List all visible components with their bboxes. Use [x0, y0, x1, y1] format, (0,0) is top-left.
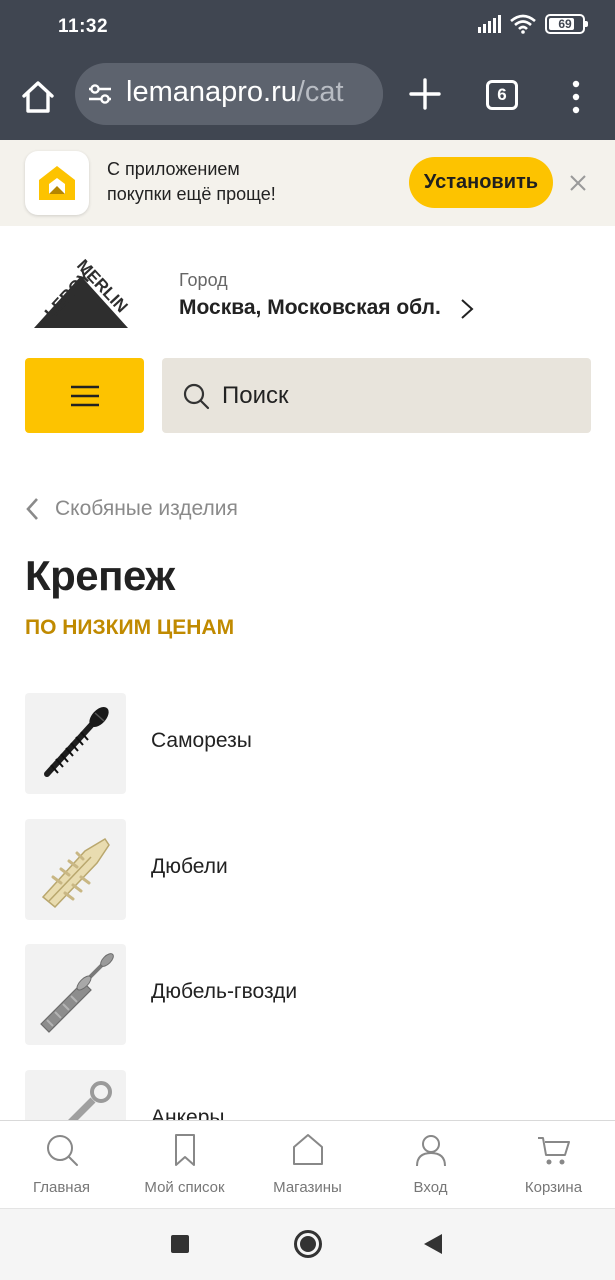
system-navigation-bar	[0, 1208, 615, 1280]
url-path: /cat	[296, 76, 344, 108]
catalog-menu-button[interactable]	[25, 358, 144, 433]
home-button-icon[interactable]	[294, 1230, 322, 1258]
close-icon[interactable]	[567, 172, 589, 194]
page-subtitle: ПО НИЗКИМ ЦЕНАМ	[25, 616, 235, 639]
nav-item-cart[interactable]: Корзина	[492, 1121, 615, 1208]
category-label[interactable]: Саморезы	[151, 729, 252, 753]
back-icon[interactable]	[424, 1234, 442, 1254]
status-time: 11:32	[58, 16, 109, 37]
category-label[interactable]: Дюбели	[151, 855, 228, 879]
cart-icon	[537, 1137, 570, 1165]
category-item-dyubel-gvozdi[interactable]: Дюбель-гвозди	[25, 944, 591, 1045]
nav-item-stores[interactable]: Магазины	[246, 1121, 369, 1208]
bottom-navigation: Главная Мой список Магазины Вход Корзина	[0, 1120, 615, 1208]
nail-dowel-image	[25, 944, 126, 1045]
store-icon	[292, 1134, 323, 1165]
city-label: Город	[179, 270, 228, 290]
tab-switcher-button[interactable]: 6	[486, 80, 518, 110]
chevron-left-icon[interactable]	[25, 497, 39, 521]
nav-label: Вход	[413, 1179, 448, 1196]
category-item-samorezy[interactable]: Саморезы	[25, 693, 591, 794]
nav-item-home[interactable]: Главная	[0, 1121, 123, 1208]
nav-label: Мой список	[144, 1179, 225, 1196]
page-title: Крепеж	[25, 552, 175, 599]
new-tab-icon[interactable]	[408, 77, 442, 111]
nav-label: Корзина	[524, 1179, 583, 1196]
status-icons: 69	[478, 14, 588, 34]
app-banner-text: С приложением покупки ещё проще!	[107, 157, 276, 207]
nav-item-login[interactable]: Вход	[369, 1121, 492, 1208]
bookmark-icon	[174, 1134, 195, 1166]
app-logo-icon	[25, 151, 89, 215]
leroy-merlin-logo[interactable]: LEROY MERLIN	[24, 258, 138, 330]
site-settings-icon[interactable]	[87, 82, 113, 106]
city-selector[interactable]: Москва, Московская обл.	[179, 296, 441, 320]
url-domain: lemanapro.ru	[126, 76, 297, 108]
signal-icon	[478, 15, 501, 33]
install-app-button[interactable]: Установить	[409, 157, 553, 208]
user-icon	[415, 1135, 446, 1167]
search-icon	[46, 1135, 78, 1166]
nav-label: Магазины	[273, 1179, 342, 1196]
search-input[interactable]	[222, 358, 572, 433]
recents-icon[interactable]	[171, 1235, 189, 1253]
address-bar[interactable]: lemanapro.ru/cat	[75, 63, 383, 125]
browser-toolbar: lemanapro.ru/cat 6	[0, 55, 615, 140]
search-bar[interactable]	[162, 358, 591, 433]
home-icon[interactable]	[18, 77, 58, 117]
app-install-banner: С приложением покупки ещё проще! Установ…	[0, 140, 615, 226]
search-icon	[183, 383, 210, 410]
screw-image	[25, 693, 126, 794]
hamburger-icon	[70, 385, 99, 406]
battery-level: 69	[558, 17, 572, 31]
wifi-icon	[510, 14, 536, 34]
battery-icon: 69	[545, 14, 588, 34]
url-text: lemanapro.ru/cat	[126, 76, 344, 109]
app-banner-line1: С приложением	[107, 159, 240, 179]
status-bar: 11:32 69	[0, 0, 615, 55]
nav-item-my-list[interactable]: Мой список	[123, 1121, 246, 1208]
dowel-image	[25, 819, 126, 920]
chevron-right-icon[interactable]	[459, 298, 475, 320]
app-banner-line2: покупки ещё проще!	[107, 184, 276, 204]
breadcrumb[interactable]: Скобяные изделия	[25, 497, 238, 521]
category-item-dyubeli[interactable]: Дюбели	[25, 819, 591, 920]
more-menu-icon[interactable]	[569, 80, 583, 114]
category-label[interactable]: Дюбель-гвозди	[151, 980, 297, 1004]
breadcrumb-back-link[interactable]: Скобяные изделия	[55, 497, 238, 521]
nav-label: Главная	[32, 1179, 91, 1196]
